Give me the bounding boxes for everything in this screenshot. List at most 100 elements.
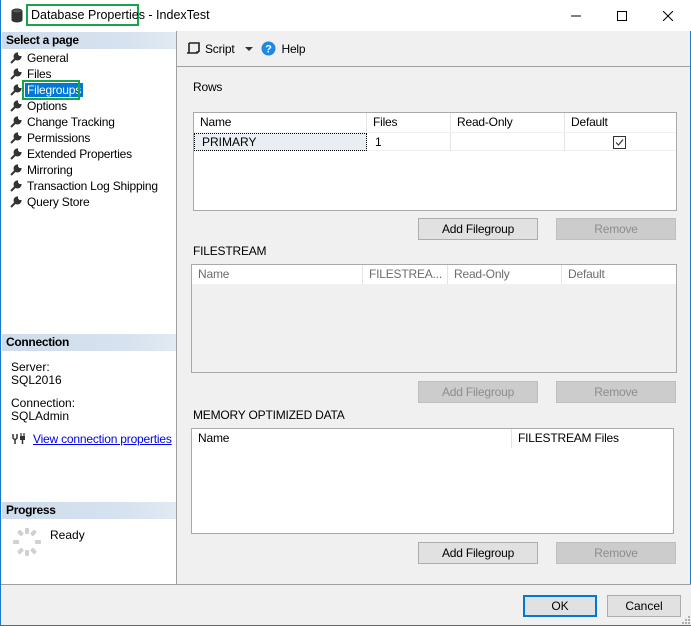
ok-button[interactable]: OK	[523, 595, 597, 617]
help-icon: ?	[261, 41, 276, 56]
column-header-filestream-files[interactable]: FILESTREAM Files	[512, 429, 673, 448]
filestream-section-label: FILESTREAM	[193, 244, 267, 258]
script-icon	[187, 42, 200, 54]
page-item-change-tracking[interactable]: Change Tracking	[2, 114, 176, 130]
dialog-footer: OK Cancel	[1, 584, 691, 625]
wrench-icon	[10, 164, 22, 176]
grid-header: Name FILESTREA... Read-Only Default	[192, 265, 676, 284]
minimize-icon	[571, 15, 581, 16]
rows-remove-button[interactable]: Remove	[556, 218, 676, 240]
wrench-icon	[10, 68, 22, 80]
window-title-main: Database Properties	[31, 8, 145, 22]
script-dropdown-arrow-icon[interactable]	[245, 46, 254, 51]
select-page-header: Select a page	[2, 32, 176, 49]
wrench-icon	[10, 52, 22, 64]
page-label: Change Tracking	[27, 115, 115, 129]
page-item-general[interactable]: General	[2, 50, 176, 66]
page-label: General	[27, 51, 69, 65]
wrench-icon	[10, 100, 22, 112]
toolbar: Script ? Help	[177, 31, 690, 67]
column-header-read-only[interactable]: Read-Only	[448, 265, 562, 284]
page-item-transaction-log-shipping[interactable]: Transaction Log Shipping	[2, 178, 176, 194]
connection-header: Connection	[2, 334, 176, 351]
column-header-default[interactable]: Default	[562, 265, 676, 284]
column-header-default[interactable]: Default	[565, 113, 676, 132]
wrench-icon	[10, 84, 22, 96]
server-value: SQL2016	[11, 373, 62, 387]
filestream-remove-button[interactable]: Remove	[556, 381, 676, 403]
rows-section-label: Rows	[193, 80, 223, 94]
default-checkbox-checked-icon[interactable]	[613, 135, 626, 149]
close-button[interactable]	[645, 0, 691, 31]
column-header-name[interactable]: Name	[192, 265, 363, 284]
minimize-button[interactable]	[553, 0, 599, 31]
window-title: Database Properties - IndexTest	[31, 8, 210, 22]
column-header-filestream-files[interactable]: FILESTREA...	[363, 265, 448, 284]
svg-text:?: ?	[266, 44, 273, 56]
page-list: General Files Filegroups Options Change …	[2, 50, 176, 210]
maximize-button[interactable]	[599, 0, 645, 31]
filestream-filegroups-grid[interactable]: Name FILESTREA... Read-Only Default	[191, 264, 677, 373]
rows-add-filegroup-button[interactable]: Add Filegroup	[418, 218, 538, 240]
page-label: Mirroring	[27, 163, 73, 177]
connection-value: SQLAdmin	[11, 409, 70, 423]
page-label: Query Store	[27, 195, 90, 209]
view-connection-properties-link[interactable]: View connection properties	[33, 432, 172, 446]
grid-header: Name Files Read-Only Default	[194, 113, 676, 132]
page-item-filegroups[interactable]: Filegroups	[2, 80, 176, 100]
left-panel: Select a page General Files Filegroups O…	[2, 31, 177, 584]
page-label: Transaction Log Shipping	[27, 179, 158, 193]
page-item-extended-properties[interactable]: Extended Properties	[2, 146, 176, 162]
filestream-add-filegroup-button[interactable]: Add Filegroup	[418, 381, 538, 403]
page-item-query-store[interactable]: Query Store	[2, 194, 176, 210]
column-header-name[interactable]: Name	[194, 113, 367, 132]
progress-spinner-icon	[13, 528, 41, 556]
wrench-icon	[10, 148, 22, 160]
cell-default[interactable]	[565, 133, 676, 151]
memory-remove-button[interactable]: Remove	[556, 542, 676, 564]
cell-files[interactable]: 1	[367, 133, 451, 151]
rows-filegroups-grid[interactable]: Name Files Read-Only Default PRIMARY 1	[193, 112, 677, 211]
help-label: Help	[281, 41, 306, 56]
wrench-icon	[10, 116, 22, 128]
script-label: Script	[205, 41, 235, 56]
page-item-options[interactable]: Options	[2, 98, 176, 114]
close-icon	[663, 10, 673, 21]
grid-header: Name FILESTREAM Files	[192, 429, 673, 448]
page-item-mirroring[interactable]: Mirroring	[2, 162, 176, 178]
right-panel: Script ? Help Rows Name Files Read-Only …	[177, 31, 690, 584]
cell-read-only[interactable]	[451, 133, 565, 151]
wrench-icon	[10, 196, 22, 208]
progress-header: Progress	[2, 502, 176, 519]
server-info: Server: SQL2016	[11, 361, 62, 387]
table-row[interactable]: PRIMARY 1	[194, 132, 676, 151]
selected-page-highlight-box	[22, 80, 80, 100]
page-label: Permissions	[27, 131, 91, 145]
title-bar: Database Properties - IndexTest	[1, 0, 691, 31]
cell-name[interactable]: PRIMARY	[194, 133, 367, 151]
database-icon	[11, 8, 23, 23]
column-header-read-only[interactable]: Read-Only	[451, 113, 565, 132]
window-title-database: - IndexTest	[144, 8, 210, 22]
connection-plug-icon	[12, 433, 25, 444]
maximize-icon	[617, 10, 627, 21]
page-label: Files	[27, 67, 52, 81]
page-label: Extended Properties	[27, 147, 132, 161]
column-header-name[interactable]: Name	[192, 429, 512, 448]
wrench-icon	[10, 132, 22, 144]
view-connection-row: View connection properties	[12, 432, 172, 446]
memory-optimized-grid[interactable]: Name FILESTREAM Files	[191, 428, 674, 534]
resize-grip-icon[interactable]	[682, 616, 690, 624]
cancel-button[interactable]: Cancel	[607, 595, 681, 617]
memory-add-filegroup-button[interactable]: Add Filegroup	[418, 542, 538, 564]
memory-optimized-section-label: MEMORY OPTIMIZED DATA	[193, 408, 345, 422]
help-button[interactable]: ? Help	[261, 41, 306, 56]
page-label: Options	[27, 99, 67, 113]
column-header-files[interactable]: Files	[367, 113, 451, 132]
progress-status: Ready	[50, 528, 85, 542]
database-properties-window: Database Properties - IndexTest Select a…	[0, 0, 691, 626]
page-item-permissions[interactable]: Permissions	[2, 130, 176, 146]
script-button[interactable]: Script	[186, 41, 254, 56]
connection-info: Connection: SQLAdmin	[11, 397, 75, 423]
wrench-icon	[10, 180, 22, 192]
